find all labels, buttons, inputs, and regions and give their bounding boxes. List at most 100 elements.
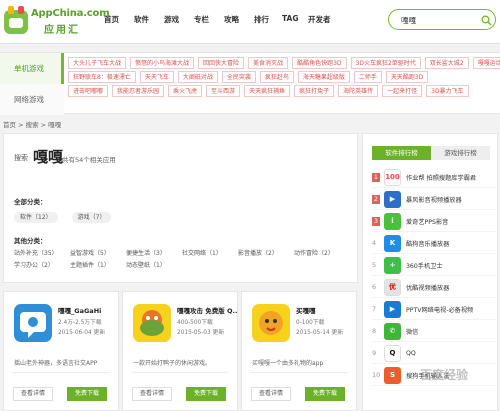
ranking-item[interactable]: 5 +360手机卫士: [372, 255, 496, 276]
view-details-button[interactable]: 查看详情: [13, 387, 53, 401]
app-icon[interactable]: i: [384, 212, 401, 230]
game-tag[interactable]: 嘎嘎运动1: [472, 57, 500, 69]
app-icon[interactable]: S: [384, 366, 401, 384]
breadcrumb[interactable]: 首页 > 搜索 > 嘎嘎: [3, 119, 61, 129]
game-tag[interactable]: 进击吧嘟嘟: [68, 85, 109, 97]
divider: [131, 372, 229, 373]
game-tag[interactable]: 天天飞车: [139, 71, 174, 83]
filter-games[interactable]: 游戏（7）: [71, 212, 112, 223]
rank-number: 5: [372, 261, 377, 269]
app-icon[interactable]: ✆: [384, 322, 401, 340]
ranking-app-name[interactable]: 作业帮 拍照搜题库学霸君: [406, 173, 476, 182]
filter-other[interactable]: 影音播放（2）: [238, 248, 294, 259]
game-tag[interactable]: 美食消灭战: [248, 57, 289, 69]
ranking-app-name[interactable]: 微信: [406, 327, 418, 336]
app-icon[interactable]: 优: [384, 278, 401, 296]
app-updated: 2015-06-04 更新: [58, 330, 106, 336]
gagahi-app-icon[interactable]: [14, 304, 52, 342]
ranking-item[interactable]: 2 ▶ 暴风影音视频播放器: [372, 189, 496, 210]
game-tag[interactable]: 狂野联车8：极速漂亡: [68, 71, 136, 83]
nav-software[interactable]: 软件: [134, 14, 164, 25]
ranking-item[interactable]: 7 ▶ PPTV网络电视-必备视频: [372, 299, 496, 320]
app-name[interactable]: 嘎嘎攻击 免费版 Q...: [177, 305, 237, 315]
game-tag[interactable]: 双长鲨大城2: [424, 57, 469, 69]
filter-other[interactable]: 主题插件（1）: [70, 260, 126, 271]
nav-columns[interactable]: 专栏: [194, 14, 224, 25]
game-tag[interactable]: 一起来打怪: [382, 85, 423, 97]
game-tag[interactable]: 二师手: [353, 71, 382, 83]
game-tag[interactable]: 3D火车疯狂2单驱时代: [350, 57, 421, 69]
app-icon[interactable]: ▶: [384, 300, 401, 318]
tab-software-ranking[interactable]: 软件排行榜: [372, 146, 431, 160]
game-tag[interactable]: 海陀英雄传: [338, 85, 379, 97]
app-icon[interactable]: K: [384, 234, 401, 252]
rank-number: 9: [372, 349, 377, 357]
nav-home[interactable]: 首页: [104, 14, 134, 25]
game-tag[interactable]: 我能忍者游乐园: [112, 85, 165, 97]
search-icon[interactable]: [481, 15, 492, 26]
filter-other[interactable]: 动态壁纸（1）: [126, 260, 182, 271]
ranking-app-name[interactable]: 优酷视频播放器: [406, 283, 449, 292]
chick-app-icon[interactable]: [252, 304, 290, 342]
free-download-button[interactable]: 免费下载: [305, 387, 345, 401]
game-tag[interactable]: 全民突袭: [221, 71, 256, 83]
game-tag[interactable]: 回回侠大冒险: [198, 57, 245, 69]
ranking-item[interactable]: 1 100 作业帮 拍照搜题库学霸君: [372, 167, 496, 188]
filter-other[interactable]: 站外补充（35）: [14, 248, 70, 259]
search-input[interactable]: 嘎嘎: [388, 9, 496, 30]
ranking-item[interactable]: 6 优优酷视频播放器: [372, 277, 496, 298]
appchina-logo-icon[interactable]: [3, 4, 29, 36]
ranking-app-name[interactable]: 酷狗音乐播放器: [406, 239, 449, 248]
tab-online-games[interactable]: 网络游戏: [0, 84, 64, 115]
ranking-app-name[interactable]: 暴风影音视频播放器: [406, 195, 462, 204]
filter-software[interactable]: 软件（12）: [14, 212, 58, 223]
free-download-button[interactable]: 免费下载: [186, 387, 226, 401]
duck-game-icon[interactable]: [133, 304, 171, 342]
game-tag[interactable]: 疯狂赶鸟: [259, 71, 294, 83]
app-icon[interactable]: +: [384, 256, 401, 274]
ranking-item[interactable]: 9 Q QQ: [372, 343, 496, 364]
tab-game-ranking[interactable]: 游戏排行榜: [431, 146, 490, 160]
view-details-button[interactable]: 查看详情: [251, 387, 291, 401]
tab-single-games[interactable]: 单机游戏: [0, 53, 64, 84]
app-name[interactable]: 买嘎嘎: [296, 305, 356, 315]
ranking-app-name[interactable]: 360手机卫士: [406, 261, 443, 270]
game-tag[interactable]: 愤怒的小鸟海滩大战: [130, 57, 195, 69]
app-icon[interactable]: Q: [384, 344, 401, 362]
game-tag[interactable]: 天天酷跑3D: [385, 71, 429, 83]
filter-other[interactable]: 便捷生活（3）: [126, 248, 182, 259]
nav-developer[interactable]: 开发者: [308, 14, 348, 25]
filter-other[interactable]: 益智游戏（5）: [70, 248, 126, 259]
app-name[interactable]: 嘎嘎_GaGaHi: [58, 305, 118, 315]
game-tag[interactable]: 3D暴力飞车: [426, 85, 469, 97]
ranking-item[interactable]: 4 K 酷狗音乐播放器: [372, 233, 496, 254]
filter-other[interactable]: 学习办公（2）: [14, 260, 70, 271]
game-tag[interactable]: 至斗西游: [206, 85, 241, 97]
game-tag[interactable]: 乘火飞虎: [168, 85, 203, 97]
free-download-button[interactable]: 免费下载: [67, 387, 107, 401]
logo-text-en[interactable]: AppChina.com: [31, 8, 110, 19]
logo-text-cn[interactable]: 应用汇: [44, 21, 80, 36]
ranking-item[interactable]: 8 ✆ 微信: [372, 321, 496, 342]
game-tag[interactable]: 海天糖果超级版: [297, 71, 350, 83]
game-tag[interactable]: 大头儿子飞车大战: [68, 57, 127, 69]
filter-other[interactable]: 动作冒险（2）: [294, 248, 350, 259]
game-tag[interactable]: 天天疯狂捕鱼: [244, 85, 291, 97]
app-downloads: 400-500下载: [177, 320, 213, 326]
nav-tag[interactable]: TAG: [282, 14, 308, 25]
ranking-app-name[interactable]: 爱奇艺PPS影音: [406, 217, 448, 226]
app-icon[interactable]: ▶: [384, 190, 401, 208]
filter-other[interactable]: 社交网络（1）: [182, 248, 238, 259]
view-details-button[interactable]: 查看详情: [132, 387, 172, 401]
ranking-app-name[interactable]: QQ: [406, 350, 416, 357]
nav-rankings[interactable]: 排行: [254, 14, 282, 25]
app-icon[interactable]: 100: [384, 168, 401, 186]
game-tag[interactable]: 酷酷角色快跑3D: [292, 57, 347, 69]
ranking-item[interactable]: 3 i 爱奇艺PPS影音: [372, 211, 496, 232]
nav-guides[interactable]: 攻略: [224, 14, 254, 25]
nav-games[interactable]: 游戏: [164, 14, 194, 25]
game-tag[interactable]: 大阐砥对战: [177, 71, 218, 83]
ranking-app-name[interactable]: PPTV网络电视-必备视频: [406, 305, 473, 314]
game-tag[interactable]: 疯狂打兔子: [294, 85, 335, 97]
search-term: 嘎嘎: [33, 148, 64, 166]
